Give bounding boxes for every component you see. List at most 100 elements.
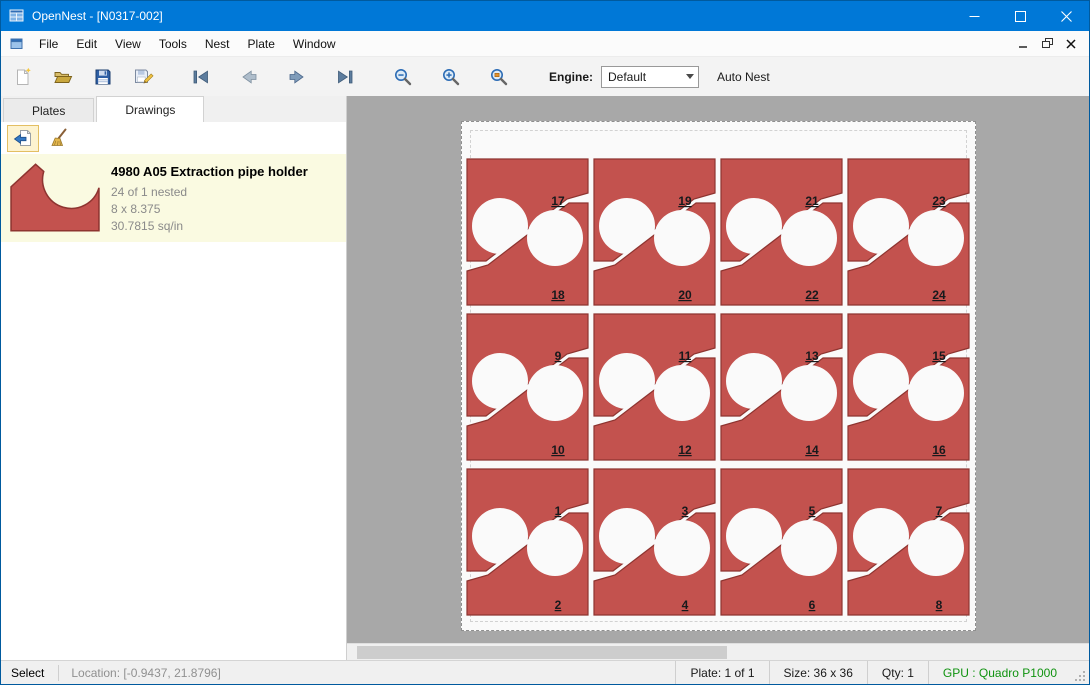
mdi-close-icon <box>1066 39 1076 49</box>
nav-prev-button[interactable] <box>233 62 265 92</box>
drawing-meta: 4980 A05 Extraction pipe holder 24 of 1 … <box>111 161 308 236</box>
mdi-window-controls <box>1011 33 1089 55</box>
horizontal-scrollbar-thumb[interactable] <box>357 646 727 659</box>
menubar: File Edit View Tools Nest Plate Window <box>1 31 1089 57</box>
tab-drawings[interactable]: Drawings <box>96 96 204 122</box>
window-title: OpenNest - [N0317-002] <box>32 9 163 23</box>
part-number: 1 <box>555 504 562 518</box>
part-number: 17 <box>551 194 565 208</box>
clean-icon <box>49 128 69 148</box>
menu-plate[interactable]: Plate <box>239 31 284 57</box>
part-number: 16 <box>932 443 946 457</box>
menu-nest[interactable]: Nest <box>196 31 239 57</box>
part-number: 10 <box>551 443 565 457</box>
mdi-minimize-button[interactable] <box>1011 33 1035 55</box>
nav-last-icon <box>333 67 357 87</box>
status-gpu: GPU : Quadro P1000 <box>928 661 1071 685</box>
horizontal-scrollbar[interactable] <box>347 643 1089 660</box>
combo-arrow-icon <box>681 74 698 79</box>
part-cutout-circle <box>781 365 837 421</box>
mdi-restore-button[interactable] <box>1035 33 1059 55</box>
tab-plates[interactable]: Plates <box>3 98 94 122</box>
maximize-icon <box>1015 11 1026 22</box>
nest-pair: 78 <box>848 469 969 615</box>
menu-view[interactable]: View <box>106 31 150 57</box>
save-button[interactable] <box>87 62 119 92</box>
clean-button[interactable] <box>43 125 75 152</box>
part-number: 12 <box>678 443 692 457</box>
nav-first-button[interactable] <box>185 62 217 92</box>
part-cutout-circle <box>781 520 837 576</box>
part-number: 14 <box>805 443 819 457</box>
save-edit-button[interactable] <box>127 62 159 92</box>
part-cutout-circle <box>527 210 583 266</box>
main-toolbar: Engine: Default Auto Nest <box>1 57 1089 96</box>
sidebar: Plates Drawings <box>1 96 347 660</box>
nest-pair: 12 <box>467 469 588 615</box>
nest-pair: 1516 <box>848 314 969 460</box>
part-number: 9 <box>555 349 562 363</box>
part-number: 6 <box>809 598 816 612</box>
menu-file[interactable]: File <box>30 31 67 57</box>
tab-drawings-label: Drawings <box>125 103 175 117</box>
status-qty: Qty: 1 <box>867 661 928 685</box>
mdi-minimize-icon <box>1018 39 1028 49</box>
part-number: 15 <box>932 349 946 363</box>
nest-canvas[interactable]: 171819202122232491011121314151612345678 <box>347 96 1089 660</box>
part-number: 24 <box>932 288 946 302</box>
drawing-nested-count: 24 of 1 nested <box>111 184 308 201</box>
nav-next-button[interactable] <box>281 62 313 92</box>
statusbar: Select Location: [-0.9437, 21.8796] Plat… <box>1 660 1089 684</box>
part-cutout-circle <box>527 365 583 421</box>
open-button[interactable] <box>47 62 79 92</box>
plate-sheet: 171819202122232491011121314151612345678 <box>461 121 976 631</box>
close-icon <box>1061 11 1072 22</box>
drawing-list-item[interactable]: 4980 A05 Extraction pipe holder 24 of 1 … <box>1 154 346 242</box>
close-button[interactable] <box>1043 1 1089 31</box>
auto-nest-button[interactable]: Auto Nest <box>717 70 770 84</box>
sidebar-tabstrip: Plates Drawings <box>1 96 346 122</box>
mdi-document-icon[interactable] <box>10 37 24 51</box>
engine-combobox[interactable]: Default <box>601 66 699 88</box>
part-number: 8 <box>936 598 943 612</box>
menu-window[interactable]: Window <box>284 31 345 57</box>
titlebar: OpenNest - [N0317-002] <box>1 1 1089 31</box>
new-button[interactable] <box>7 62 39 92</box>
menu-tools[interactable]: Tools <box>150 31 196 57</box>
save-edit-icon <box>133 67 153 87</box>
nest-pair: 9 10 <box>467 314 588 460</box>
resize-grip-icon[interactable] <box>1071 661 1089 685</box>
drawing-title: 4980 A05 Extraction pipe holder <box>111 164 308 179</box>
replace-drawing-button[interactable] <box>7 125 39 152</box>
app-icon <box>9 8 25 24</box>
part-number: 18 <box>551 288 565 302</box>
part-cutout-circle <box>781 210 837 266</box>
part-number: 2 <box>555 598 562 612</box>
part-number: 22 <box>805 288 819 302</box>
mdi-close-button[interactable] <box>1059 33 1083 55</box>
open-icon <box>53 67 73 87</box>
mdi-restore-icon <box>1042 38 1053 49</box>
zoom-in-button[interactable] <box>435 62 467 92</box>
drawing-size: 8 x 8.375 <box>111 201 308 218</box>
minimize-button[interactable] <box>951 1 997 31</box>
maximize-button[interactable] <box>997 1 1043 31</box>
new-icon <box>13 67 33 87</box>
part-thumbnail <box>9 161 101 236</box>
drawing-area: 30.7815 sq/in <box>111 218 308 235</box>
zoom-fit-button[interactable] <box>483 62 515 92</box>
nav-next-icon <box>285 67 309 87</box>
engine-label: Engine: <box>549 70 593 84</box>
part-cutout-circle <box>908 520 964 576</box>
nest-pair: 13 14 <box>721 314 842 460</box>
save-icon <box>93 67 113 87</box>
part-number: 13 <box>805 349 819 363</box>
zoom-out-button[interactable] <box>387 62 419 92</box>
zoom-out-icon <box>393 67 413 87</box>
nest-pair: 1112 <box>594 314 715 460</box>
menu-edit[interactable]: Edit <box>67 31 106 57</box>
status-location: Location: [-0.9437, 21.8796] <box>59 666 232 680</box>
part-number: 3 <box>682 504 689 518</box>
app-window: OpenNest - [N0317-002] File Edit View To… <box>0 0 1090 685</box>
nav-last-button[interactable] <box>329 62 361 92</box>
